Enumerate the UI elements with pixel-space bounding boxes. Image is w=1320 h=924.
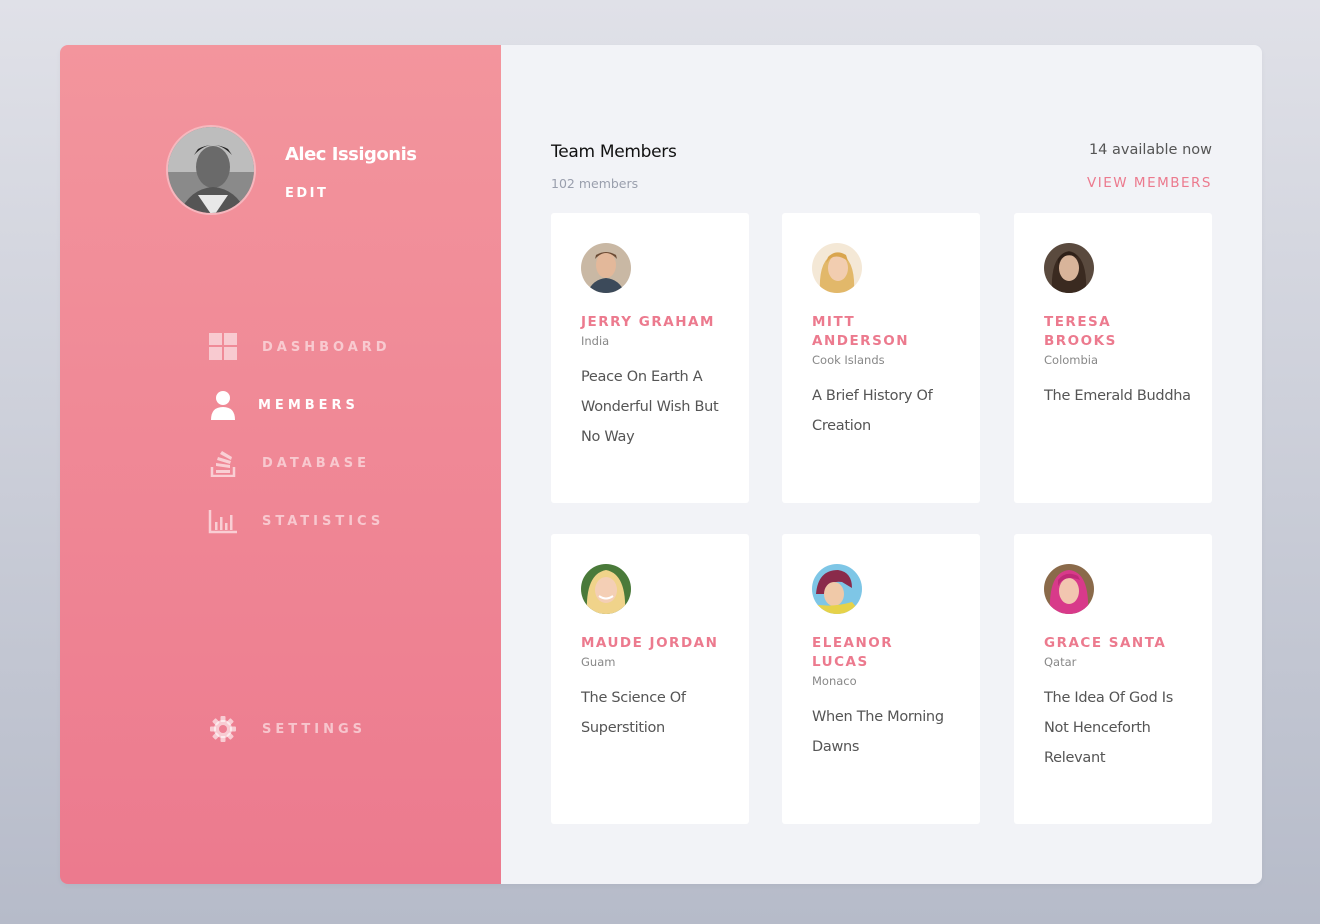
member-quote: When The Morning Dawns <box>812 709 944 755</box>
nav-item-dashboard[interactable]: DASHBOARD <box>208 332 391 362</box>
nav-label-dashboard: DASHBOARD <box>262 339 391 355</box>
member-name: GRACE SANTA <box>1044 635 1167 651</box>
nav-label-settings: SETTINGS <box>262 721 367 737</box>
nav-label-database: DATABASE <box>262 455 370 471</box>
member-card[interactable]: JERRY GRAHAM India Peace On Earth A Wond… <box>551 213 749 503</box>
member-card[interactable]: ELEANOR LUCAS Monaco When The Morning Da… <box>782 534 980 824</box>
sidebar: Alec Issigonis EDIT DASHBOARD MEMBERS DA… <box>60 45 501 884</box>
member-quote: Peace On Earth A Wonderful Wish But No W… <box>581 369 719 445</box>
member-avatar <box>581 243 631 293</box>
member-country: Guam <box>581 655 616 669</box>
available-count: 14 available now <box>1088 142 1212 158</box>
nav-item-statistics[interactable]: STATISTICS <box>208 506 384 536</box>
edit-profile-link[interactable]: EDIT <box>285 186 328 201</box>
main-content: Team Members 102 members 14 available no… <box>501 45 1262 884</box>
member-card[interactable]: MAUDE JORDAN Guam The Science Of Superst… <box>551 534 749 824</box>
member-country: Cook Islands <box>812 353 885 367</box>
member-avatar <box>581 564 631 614</box>
nav-item-members[interactable]: MEMBERS <box>208 390 359 420</box>
member-avatar <box>812 564 862 614</box>
dashboard-icon <box>208 332 238 362</box>
member-country: Qatar <box>1044 655 1077 669</box>
member-quote: The Science Of Superstition <box>581 690 686 736</box>
nav-item-database[interactable]: DATABASE <box>208 448 370 478</box>
gear-icon <box>208 714 238 744</box>
member-quote: The Idea Of God Is Not Henceforth Releva… <box>1044 690 1173 766</box>
profile-avatar[interactable] <box>166 125 256 215</box>
statistics-icon <box>208 506 238 536</box>
member-country: India <box>581 334 610 348</box>
member-country: Monaco <box>812 674 857 688</box>
member-card[interactable]: GRACE SANTA Qatar The Idea Of God Is Not… <box>1014 534 1212 824</box>
member-name: TERESA BROOKS <box>1044 314 1117 349</box>
database-icon <box>208 448 238 478</box>
member-name: MAUDE JORDAN <box>581 635 719 651</box>
app-window: Alec Issigonis EDIT DASHBOARD MEMBERS DA… <box>60 45 1262 884</box>
member-avatar <box>812 243 862 293</box>
team-title: Team Members <box>551 142 677 162</box>
member-country: Colombia <box>1044 353 1099 367</box>
member-name: JERRY GRAHAM <box>581 314 715 330</box>
member-avatar <box>1044 564 1094 614</box>
team-count: 102 members <box>551 176 639 191</box>
view-members-link[interactable]: VIEW MEMBERS <box>1087 175 1212 191</box>
member-quote: A Brief History Of Creation <box>812 388 933 434</box>
user-icon <box>208 390 238 420</box>
member-name: ELEANOR LUCAS <box>812 635 894 670</box>
member-avatar <box>1044 243 1094 293</box>
profile-name: Alec Issigonis <box>285 144 417 165</box>
member-name: MITT ANDERSON <box>812 314 910 349</box>
member-card[interactable]: TERESA BROOKS Colombia The Emerald Buddh… <box>1014 213 1212 503</box>
nav-item-settings[interactable]: SETTINGS <box>208 714 366 744</box>
member-quote: The Emerald Buddha <box>1044 388 1191 404</box>
nav-label-statistics: STATISTICS <box>262 513 385 529</box>
member-card[interactable]: MITT ANDERSON Cook Islands A Brief Histo… <box>782 213 980 503</box>
nav-label-members: MEMBERS <box>258 397 359 413</box>
